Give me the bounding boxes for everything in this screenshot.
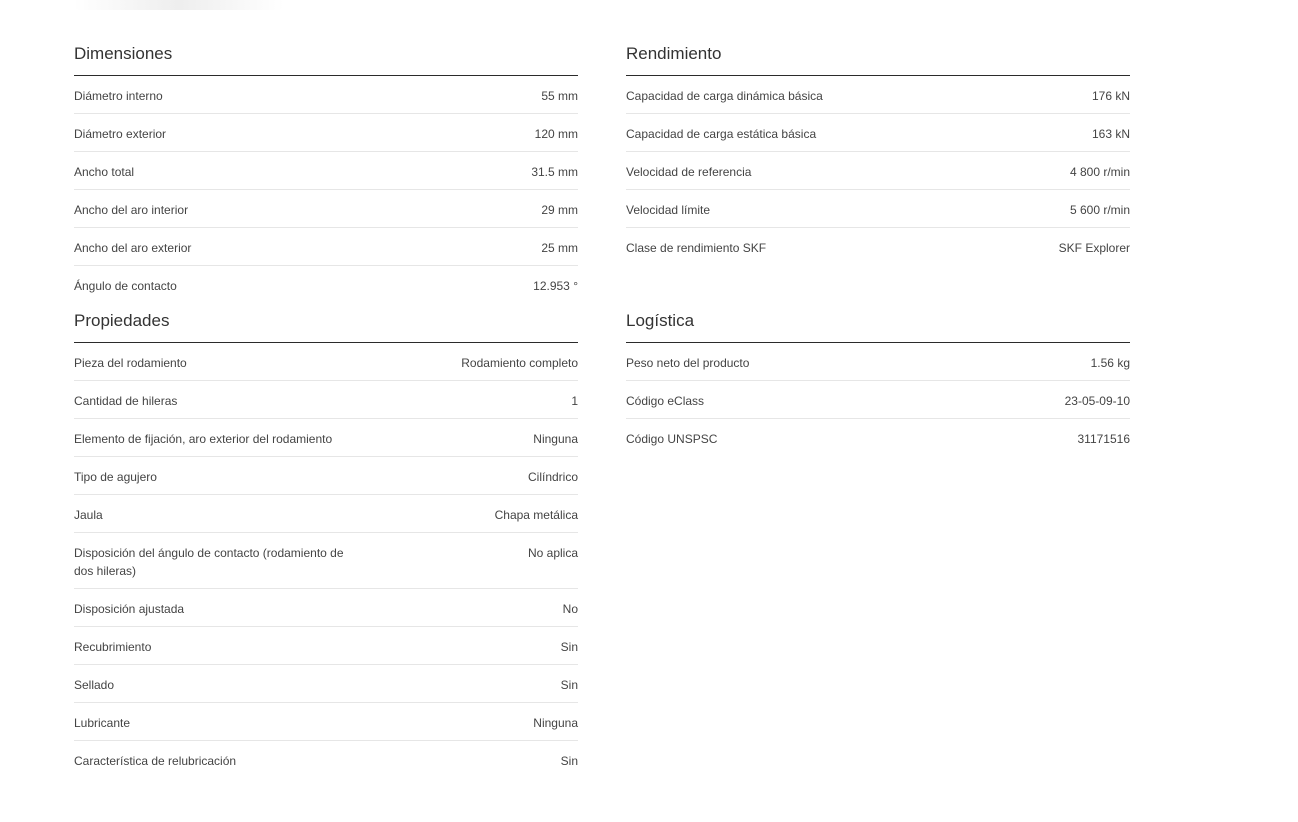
spec-row: Capacidad de carga estática básica 163 kN bbox=[626, 114, 1130, 152]
spec-value: SKF Explorer bbox=[1058, 241, 1130, 255]
section-title: Propiedades bbox=[74, 302, 578, 343]
spec-value: 23-05-09-10 bbox=[1064, 394, 1130, 408]
spec-label: Ancho total bbox=[74, 165, 135, 179]
spec-row: Código UNSPSC 31171516 bbox=[626, 419, 1130, 456]
spec-row: Peso neto del producto 1.56 kg bbox=[626, 343, 1130, 381]
spec-value: Chapa metálica bbox=[494, 508, 578, 522]
spec-value: No bbox=[562, 602, 578, 616]
spec-value: Rodamiento completo bbox=[461, 356, 578, 370]
spec-row: Cantidad de hileras 1 bbox=[74, 381, 578, 419]
spec-list: Pieza del rodamiento Rodamiento completo C… bbox=[74, 343, 578, 778]
spec-row: Código eClass 23-05-09-10 bbox=[626, 381, 1130, 419]
spec-value: 5 600 r/min bbox=[1069, 203, 1130, 217]
spec-label: Disposición del ángulo de contacto (roda… bbox=[74, 546, 344, 578]
spec-row: Disposición ajustada No bbox=[74, 589, 578, 627]
spec-row: Velocidad de referencia 4 800 r/min bbox=[626, 152, 1130, 190]
spec-value: Sin bbox=[560, 640, 578, 654]
spec-row: Elemento de fijación, aro exterior del r… bbox=[74, 419, 578, 457]
spec-label: Ángulo de contacto bbox=[74, 279, 177, 293]
spec-row: Ancho del aro exterior 25 mm bbox=[74, 228, 578, 266]
spec-value: 176 kN bbox=[1091, 89, 1130, 103]
spec-value: No aplica bbox=[527, 546, 578, 560]
propiedades-section: Propiedades Pieza del rodamiento Rodamien… bbox=[74, 302, 578, 778]
spec-row: Tipo de agujero Cilíndrico bbox=[74, 457, 578, 495]
spec-row: Característica de relubricación Sin bbox=[74, 741, 578, 778]
spec-row: Diámetro exterior 120 mm bbox=[74, 114, 578, 152]
spec-row: Ancho total 31.5 mm bbox=[74, 152, 578, 190]
spec-list: Capacidad de carga dinámica básica 176 kN… bbox=[626, 76, 1130, 265]
section-title-text: Logística bbox=[626, 311, 695, 330]
spec-list: Peso neto del producto 1.56 kg Código eCla… bbox=[626, 343, 1130, 456]
spec-label: Código UNSPSC bbox=[626, 432, 718, 446]
spec-label: Elemento de fijación, aro exterior del r… bbox=[74, 432, 333, 446]
spec-list: Diámetro interno 55 mm Diámetro exterior 12… bbox=[74, 76, 578, 303]
spec-label: Capacidad de carga dinámica básica bbox=[626, 89, 823, 103]
spec-row: Recubrimiento Sin bbox=[74, 627, 578, 665]
spec-value: 4 800 r/min bbox=[1069, 165, 1130, 179]
spec-value: 12.953 ° bbox=[533, 279, 578, 293]
dimensiones-section: Dimensiones Diámetro interno 55 mm Diámetr… bbox=[74, 35, 578, 303]
spec-value: 1 bbox=[571, 394, 578, 408]
spec-row: Lubricante Ninguna bbox=[74, 703, 578, 741]
spec-label: Jaula bbox=[74, 508, 103, 522]
logistica-section: Logística Peso neto del producto 1.56 kg C… bbox=[626, 302, 1130, 456]
section-title-text: Rendimiento bbox=[626, 44, 722, 63]
spec-value: 29 mm bbox=[541, 203, 578, 217]
spec-value: 31.5 mm bbox=[531, 165, 578, 179]
section-title: Rendimiento bbox=[626, 35, 1130, 76]
spec-label: Código eClass bbox=[626, 394, 705, 408]
spec-label: Diámetro exterior bbox=[74, 127, 167, 141]
spec-row: Capacidad de carga dinámica básica 176 kN bbox=[626, 76, 1130, 114]
spec-row: Disposición del ángulo de contacto (roda… bbox=[74, 533, 578, 589]
spec-label: Ancho del aro interior bbox=[74, 203, 189, 217]
spec-label: Tipo de agujero bbox=[74, 470, 157, 484]
spec-label: Lubricante bbox=[74, 716, 131, 730]
spec-value: Sin bbox=[560, 754, 578, 768]
spec-label: Característica de relubricación bbox=[74, 754, 237, 768]
section-title: Dimensiones bbox=[74, 35, 578, 76]
spec-row: Sellado Sin bbox=[74, 665, 578, 703]
spec-row: Ancho del aro interior 29 mm bbox=[74, 190, 578, 228]
spec-label: Sellado bbox=[74, 678, 115, 692]
spec-row: Velocidad límite 5 600 r/min bbox=[626, 190, 1130, 228]
spec-label: Ancho del aro exterior bbox=[74, 241, 192, 255]
spec-value: 120 mm bbox=[534, 127, 578, 141]
spec-row: Jaula Chapa metálica bbox=[74, 495, 578, 533]
top-fade-decoration bbox=[74, 0, 284, 10]
spec-label: Diámetro interno bbox=[74, 89, 163, 103]
spec-value: 55 mm bbox=[541, 89, 578, 103]
spec-row: Clase de rendimiento SKF SKF Explorer bbox=[626, 228, 1130, 265]
section-title-text: Propiedades bbox=[74, 311, 170, 330]
section-title-text: Dimensiones bbox=[74, 44, 173, 63]
spec-row: Pieza del rodamiento Rodamiento completo bbox=[74, 343, 578, 381]
spec-value: 1.56 kg bbox=[1090, 356, 1130, 370]
spec-value: 25 mm bbox=[541, 241, 578, 255]
spec-value: Ninguna bbox=[533, 432, 578, 446]
spec-label: Velocidad límite bbox=[626, 203, 711, 217]
spec-label: Recubrimiento bbox=[74, 640, 152, 654]
spec-row: Ángulo de contacto 12.953 ° bbox=[74, 266, 578, 303]
spec-label: Disposición ajustada bbox=[74, 602, 185, 616]
spec-label: Pieza del rodamiento bbox=[74, 356, 187, 370]
spec-label: Clase de rendimiento SKF bbox=[626, 241, 767, 255]
section-title: Logística bbox=[626, 302, 1130, 343]
spec-label: Velocidad de referencia bbox=[626, 165, 752, 179]
spec-value: Sin bbox=[560, 678, 578, 692]
spec-row: Diámetro interno 55 mm bbox=[74, 76, 578, 114]
spec-value: Ninguna bbox=[533, 716, 578, 730]
spec-value: Cilíndrico bbox=[527, 470, 578, 484]
spec-value: 163 kN bbox=[1091, 127, 1130, 141]
rendimiento-section: Rendimiento Capacidad de carga dinámica … bbox=[626, 35, 1130, 265]
spec-label: Peso neto del producto bbox=[626, 356, 750, 370]
spec-label: Capacidad de carga estática básica bbox=[626, 127, 817, 141]
spec-label: Cantidad de hileras bbox=[74, 394, 178, 408]
spec-value: 31171516 bbox=[1077, 432, 1131, 446]
